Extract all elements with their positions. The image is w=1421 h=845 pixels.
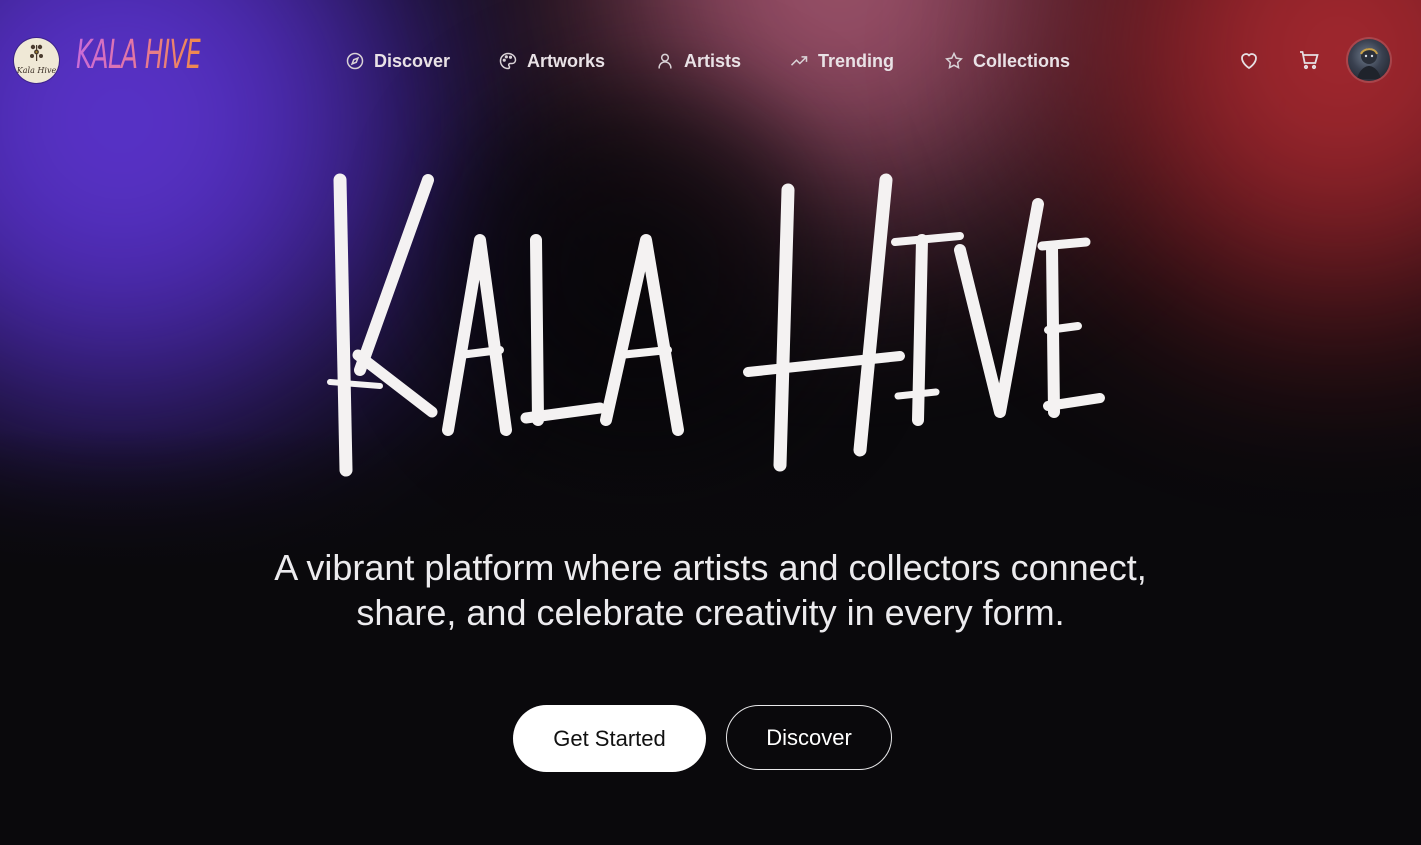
cart-icon (1300, 51, 1319, 70)
star-icon (945, 51, 963, 69)
palette-icon (499, 52, 517, 70)
nav-label-trending: Trending (818, 50, 894, 71)
user-avatar[interactable] (1348, 39, 1390, 81)
nav-label-discover: Discover (374, 50, 451, 71)
nav-label-collections: Collections (973, 50, 1071, 71)
discover-button[interactable]: Discover (726, 705, 892, 770)
hero-tagline-line1: A vibrant platform where artists and col… (274, 547, 1147, 588)
hero-tagline: A vibrant platform where artists and col… (0, 545, 1421, 635)
nav-item-discover[interactable]: Discover (345, 48, 450, 74)
trending-up-icon (790, 56, 808, 66)
avatar-image (1357, 48, 1381, 79)
nav-item-artists[interactable]: Artists (655, 48, 741, 74)
nav-item-trending[interactable]: Trending (789, 48, 894, 74)
brand-wordmark[interactable]: KALA HIVE (76, 32, 202, 78)
hero-title (300, 150, 1130, 490)
nav-item-artworks[interactable]: Artworks (498, 48, 605, 74)
hero-title-lettering (327, 173, 1105, 477)
landing-page: Kala Hive KALA HIVE Discover Artworks Ar… (0, 0, 1421, 845)
heart-icon (1241, 53, 1257, 70)
get-started-button[interactable]: Get Started (513, 705, 706, 772)
background-fade (0, 430, 1421, 845)
logo-badge-text: Kala Hive (16, 66, 57, 75)
hive-icon (30, 44, 43, 61)
compass-icon (346, 52, 364, 70)
cart-button[interactable] (1297, 48, 1321, 72)
site-header: Kala Hive KALA HIVE Discover Artworks Ar… (0, 0, 1421, 120)
logo-badge[interactable]: Kala Hive (14, 38, 59, 83)
hero-tagline-line2: share, and celebrate creativity in every… (356, 592, 1065, 633)
favorites-button[interactable] (1237, 48, 1261, 72)
nav-label-artworks: Artworks (527, 50, 606, 71)
user-icon (658, 53, 672, 69)
nav-item-collections[interactable]: Collections (944, 48, 1070, 74)
nav-label-artists: Artists (684, 50, 742, 71)
